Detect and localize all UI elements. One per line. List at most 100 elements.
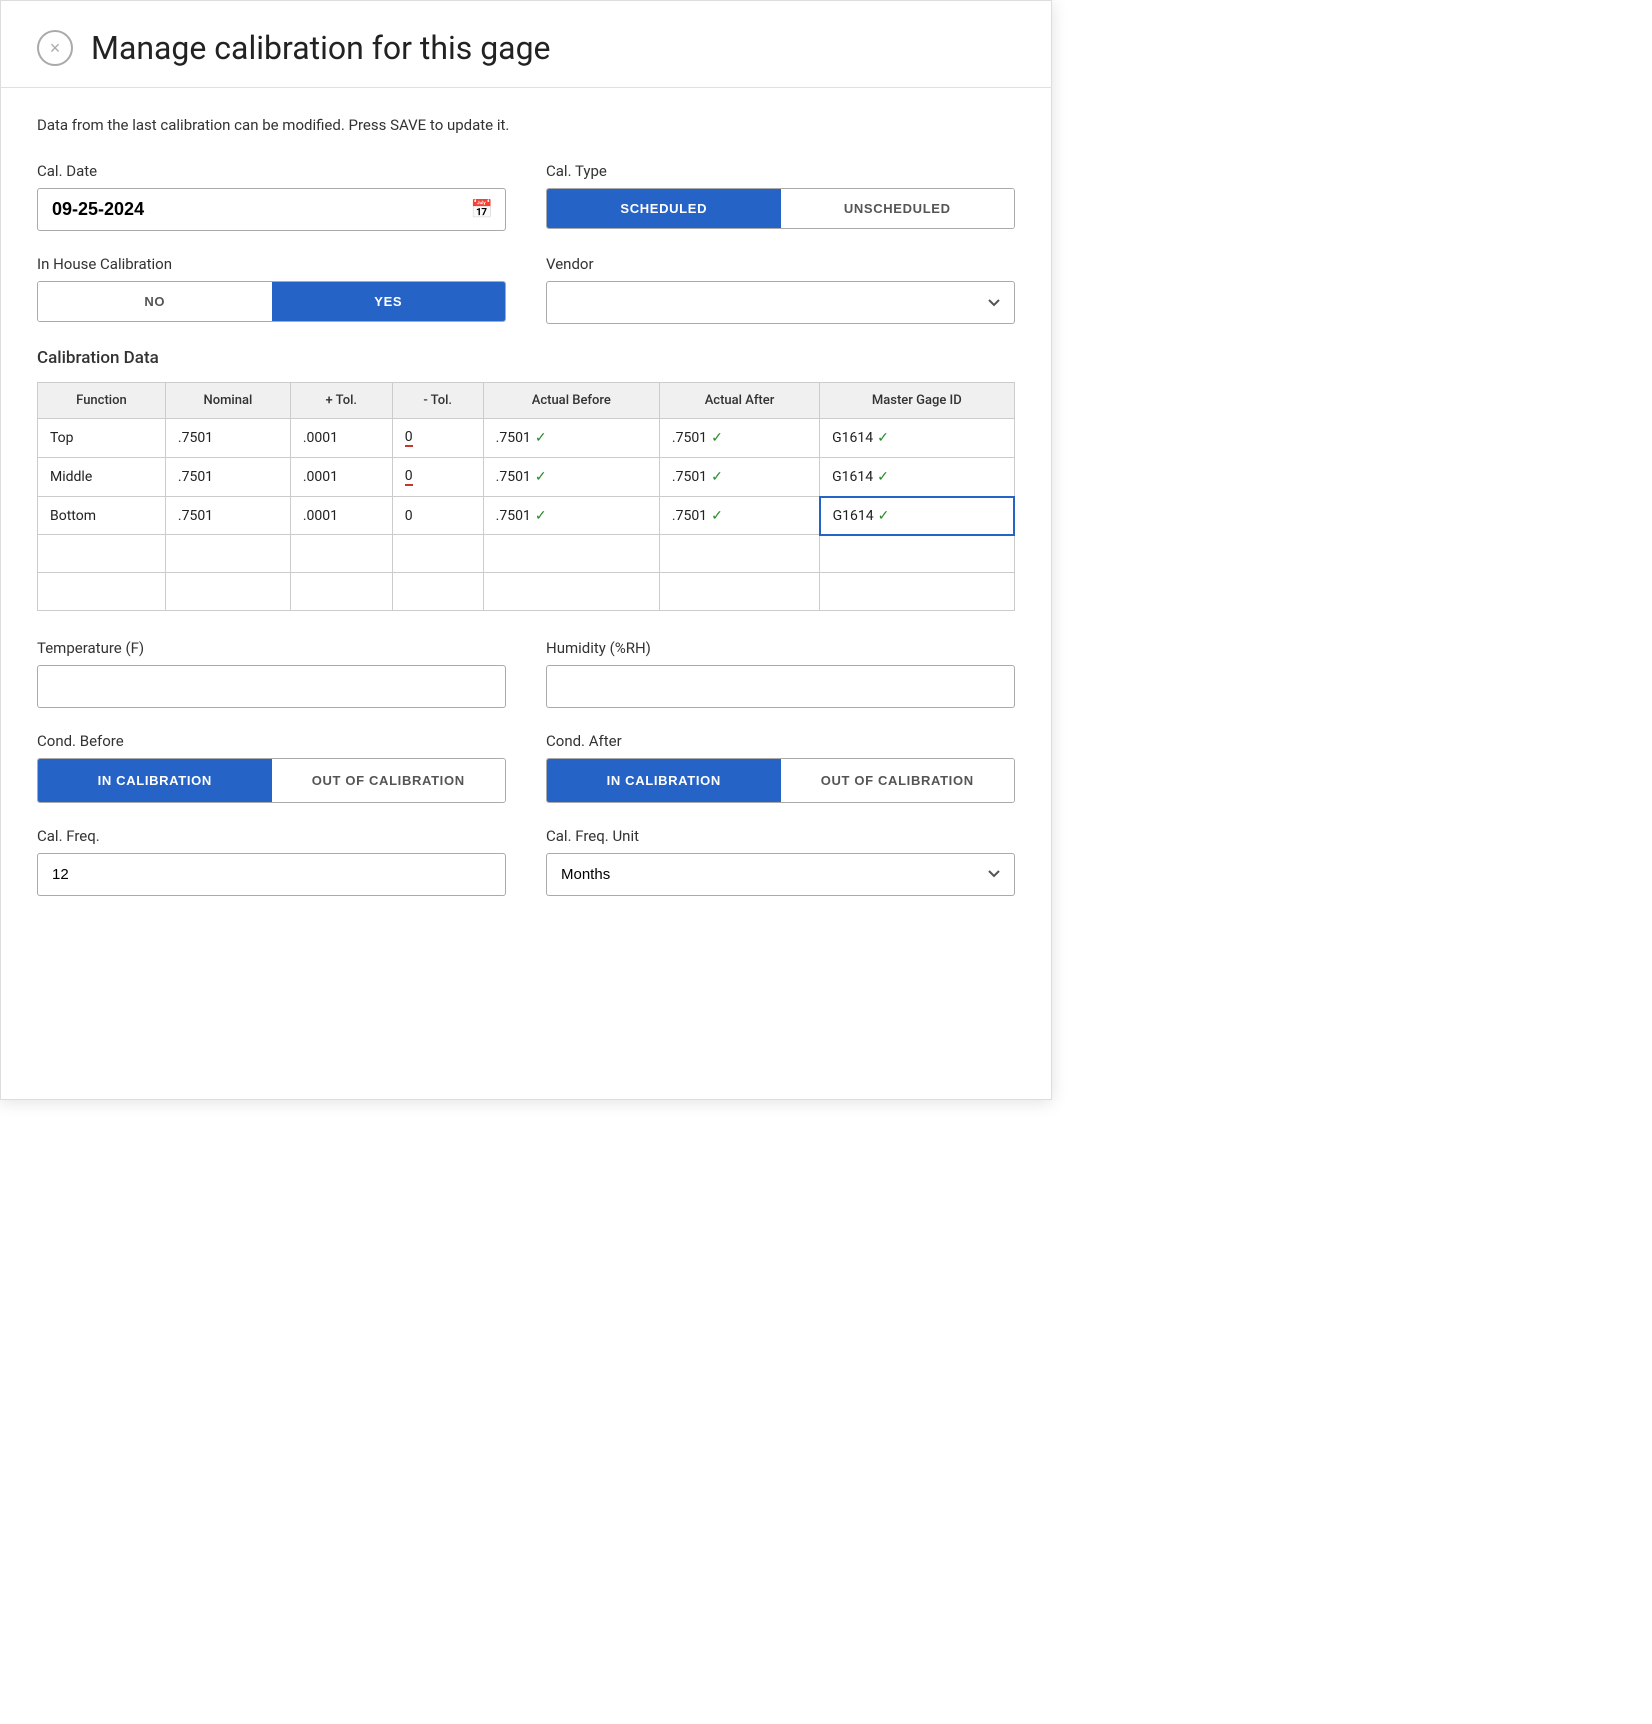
calendar-icon[interactable]: 📅 bbox=[459, 191, 505, 228]
calibration-table: Function Nominal + Tol. - Tol. Actual Be… bbox=[37, 382, 1015, 611]
cal-type-label: Cal. Type bbox=[546, 162, 1015, 180]
inhouse-group: In House Calibration NO YES bbox=[37, 255, 506, 324]
dialog-body: Data from the last calibration can be mo… bbox=[1, 88, 1051, 956]
check-icon: ✓ bbox=[878, 508, 890, 524]
table-row: Middle .7501 .0001 0 .7501✓ .7501✓ G1614… bbox=[38, 458, 1015, 497]
inhouse-toggle: NO YES bbox=[37, 281, 506, 322]
cell-master-gage-id: G1614✓ bbox=[820, 458, 1014, 497]
cal-date-label: Cal. Date bbox=[37, 162, 506, 180]
temperature-group: Temperature (F) bbox=[37, 639, 506, 708]
minus-tol-value: 0 bbox=[405, 468, 413, 486]
close-button[interactable]: × bbox=[37, 30, 73, 66]
manage-calibration-dialog: × Manage calibration for this gage Data … bbox=[0, 0, 1052, 1100]
col-actual-after: Actual After bbox=[659, 383, 819, 419]
temperature-input[interactable] bbox=[37, 665, 506, 708]
cell-empty bbox=[483, 572, 659, 610]
table-row-empty bbox=[38, 572, 1015, 610]
unscheduled-button[interactable]: UNSCHEDULED bbox=[781, 189, 1015, 228]
cond-before-in-button[interactable]: IN CALIBRATION bbox=[38, 759, 272, 802]
calibration-data-section: Calibration Data Function Nominal + Tol.… bbox=[37, 348, 1015, 611]
cond-after-out-button[interactable]: OUT OF CALIBRATION bbox=[781, 759, 1015, 802]
cell-actual-before: .7501✓ bbox=[483, 497, 659, 535]
col-function: Function bbox=[38, 383, 166, 419]
cell-empty bbox=[165, 535, 290, 573]
check-icon: ✓ bbox=[711, 430, 723, 446]
cell-empty bbox=[165, 572, 290, 610]
cond-after-label: Cond. After bbox=[546, 732, 1015, 750]
check-icon: ✓ bbox=[877, 469, 889, 485]
humidity-group: Humidity (%RH) bbox=[546, 639, 1015, 708]
no-button[interactable]: NO bbox=[38, 282, 272, 321]
info-text: Data from the last calibration can be mo… bbox=[37, 116, 1015, 134]
vendor-label: Vendor bbox=[546, 255, 1015, 273]
cell-empty bbox=[820, 535, 1014, 573]
cal-date-input[interactable] bbox=[38, 189, 459, 230]
cond-before-label: Cond. Before bbox=[37, 732, 506, 750]
cell-plus-tol: .0001 bbox=[290, 419, 392, 458]
cal-freq-unit-select[interactable]: Days Weeks Months Years bbox=[546, 853, 1015, 896]
cell-empty bbox=[659, 535, 819, 573]
cell-nominal: .7501 bbox=[165, 458, 290, 497]
cond-after-toggle: IN CALIBRATION OUT OF CALIBRATION bbox=[546, 758, 1015, 803]
cell-empty bbox=[392, 535, 483, 573]
cell-master-gage-id: G1614✓ bbox=[820, 497, 1014, 535]
cell-plus-tol: .0001 bbox=[290, 458, 392, 497]
cell-empty bbox=[290, 572, 392, 610]
cell-function: Top bbox=[38, 419, 166, 458]
cal-freq-unit-group: Cal. Freq. Unit Days Weeks Months Years bbox=[546, 827, 1015, 896]
cond-after-group: Cond. After IN CALIBRATION OUT OF CALIBR… bbox=[546, 732, 1015, 803]
yes-button[interactable]: YES bbox=[272, 282, 506, 321]
cell-actual-after: .7501✓ bbox=[659, 458, 819, 497]
cell-minus-tol: 0 bbox=[392, 458, 483, 497]
cell-master-gage-id: G1614✓ bbox=[820, 419, 1014, 458]
col-nominal: Nominal bbox=[165, 383, 290, 419]
cell-minus-tol: 0 bbox=[392, 497, 483, 535]
temperature-label: Temperature (F) bbox=[37, 639, 506, 657]
cal-freq-group: Cal. Freq. bbox=[37, 827, 506, 896]
cell-actual-after: .7501✓ bbox=[659, 497, 819, 535]
close-icon: × bbox=[50, 38, 61, 59]
row-inhouse-vendor: In House Calibration NO YES Vendor Vendo… bbox=[37, 255, 1015, 324]
row-temp-humidity: Temperature (F) Humidity (%RH) bbox=[37, 639, 1015, 708]
cal-type-toggle: SCHEDULED UNSCHEDULED bbox=[546, 188, 1015, 229]
cell-actual-after: .7501✓ bbox=[659, 419, 819, 458]
inhouse-label: In House Calibration bbox=[37, 255, 506, 273]
cell-empty bbox=[290, 535, 392, 573]
table-header-row: Function Nominal + Tol. - Tol. Actual Be… bbox=[38, 383, 1015, 419]
col-actual-before: Actual Before bbox=[483, 383, 659, 419]
humidity-label: Humidity (%RH) bbox=[546, 639, 1015, 657]
cal-freq-unit-label: Cal. Freq. Unit bbox=[546, 827, 1015, 845]
cal-date-wrapper: 📅 bbox=[37, 188, 506, 231]
cell-empty bbox=[659, 572, 819, 610]
cell-actual-before: .7501✓ bbox=[483, 458, 659, 497]
humidity-input[interactable] bbox=[546, 665, 1015, 708]
cell-empty bbox=[483, 535, 659, 573]
table-row: Top .7501 .0001 0 .7501✓ .7501✓ G1614✓ bbox=[38, 419, 1015, 458]
check-icon: ✓ bbox=[877, 430, 889, 446]
col-plus-tol: + Tol. bbox=[290, 383, 392, 419]
vendor-select[interactable]: Vendor A Vendor B bbox=[546, 281, 1015, 324]
cell-nominal: .7501 bbox=[165, 419, 290, 458]
cell-empty bbox=[38, 572, 166, 610]
check-icon: ✓ bbox=[535, 469, 547, 485]
check-icon: ✓ bbox=[535, 508, 547, 524]
cell-function: Bottom bbox=[38, 497, 166, 535]
cell-nominal: .7501 bbox=[165, 497, 290, 535]
cond-after-in-button[interactable]: IN CALIBRATION bbox=[547, 759, 781, 802]
row-date-type: Cal. Date 📅 Cal. Type SCHEDULED UNSCHEDU… bbox=[37, 162, 1015, 231]
cal-date-group: Cal. Date 📅 bbox=[37, 162, 506, 231]
minus-tol-value: 0 bbox=[405, 429, 413, 447]
cond-before-out-button[interactable]: OUT OF CALIBRATION bbox=[272, 759, 506, 802]
cell-empty bbox=[820, 572, 1014, 610]
scheduled-button[interactable]: SCHEDULED bbox=[547, 189, 781, 228]
table-row-empty bbox=[38, 535, 1015, 573]
cal-freq-input[interactable] bbox=[37, 853, 506, 896]
calibration-data-title: Calibration Data bbox=[37, 348, 1015, 368]
table-row: Bottom .7501 .0001 0 .7501✓ .7501✓ G1614… bbox=[38, 497, 1015, 535]
vendor-group: Vendor Vendor A Vendor B bbox=[546, 255, 1015, 324]
dialog-title: Manage calibration for this gage bbox=[91, 29, 551, 67]
cal-freq-label: Cal. Freq. bbox=[37, 827, 506, 845]
col-master-gage-id: Master Gage ID bbox=[820, 383, 1014, 419]
cell-function: Middle bbox=[38, 458, 166, 497]
minus-tol-value: 0 bbox=[405, 508, 413, 524]
